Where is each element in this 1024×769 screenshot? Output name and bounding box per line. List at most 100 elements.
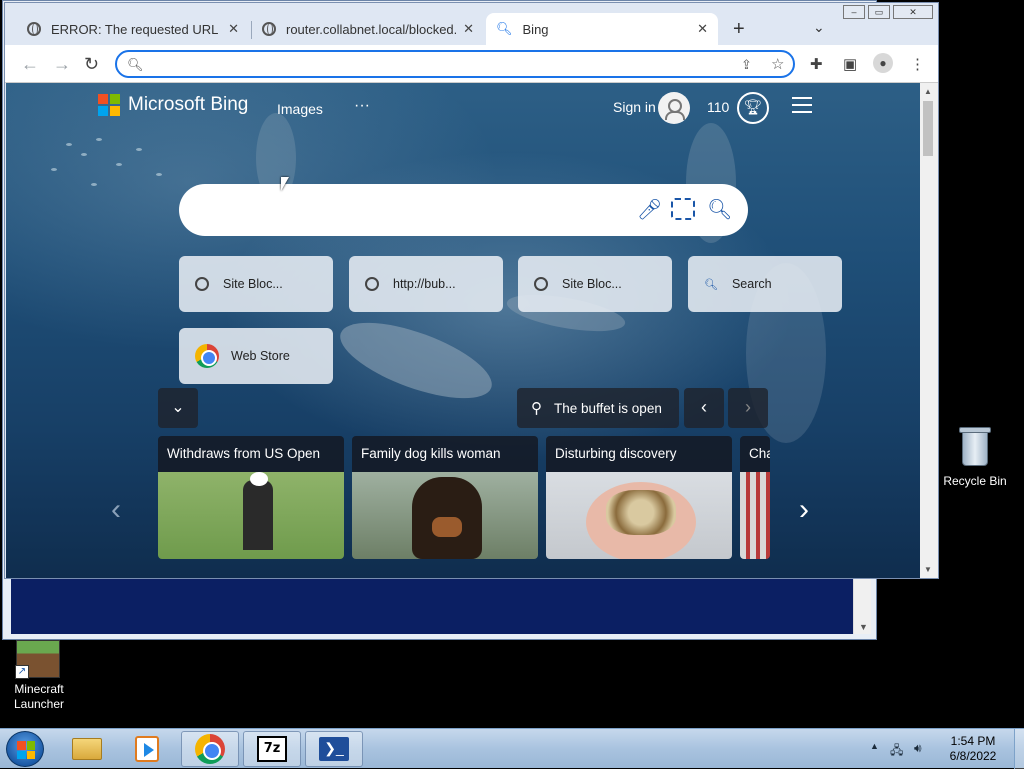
maximize-button[interactable]: ▭ — [868, 5, 890, 19]
globe-icon — [27, 22, 41, 36]
side-panel-icon[interactable]: ▣ — [843, 55, 857, 73]
search-icon: 🔍︎ — [704, 278, 718, 291]
taskbar-chrome[interactable] — [181, 731, 239, 767]
taskbar-explorer[interactable] — [58, 731, 116, 767]
news-image — [740, 472, 770, 559]
taskbar-powershell[interactable]: ❯_ — [305, 731, 363, 767]
reload-icon[interactable]: ↻ — [84, 54, 99, 75]
previous-image-button[interactable]: ‹ — [684, 388, 724, 428]
clock-date: 6/8/2022 — [949, 749, 997, 763]
rewards-points[interactable]: 110 — [707, 99, 729, 115]
next-image-button[interactable]: › — [728, 388, 768, 428]
search-icon: 🔍︎ — [496, 21, 513, 36]
visual-search-icon[interactable] — [671, 198, 695, 220]
tab-title: Bing — [522, 21, 549, 37]
tab-router-blocked[interactable]: router.collabnet.local/blocked.pl ✕ — [252, 13, 484, 45]
tab-error[interactable]: ERROR: The requested URL could ✕ — [17, 13, 249, 45]
tile-label: Search — [731, 277, 772, 291]
caption-text: The buffet is open — [554, 400, 662, 416]
scroll-up-arrow-icon[interactable]: ▲ — [924, 87, 932, 96]
desktop: ▼ ERROR: The requested URL could ✕ route… — [0, 0, 1024, 728]
background-window-scrollbar[interactable]: ▼ — [853, 579, 871, 634]
search-box[interactable]: 🎤︎ 🔍︎ — [179, 184, 748, 236]
news-card[interactable]: Withdraws from US Open — [158, 436, 344, 559]
bing-logo[interactable]: Microsoft Bing — [98, 94, 248, 116]
tab-strip: ERROR: The requested URL could ✕ router.… — [5, 3, 938, 45]
more-icon[interactable]: ··· — [354, 97, 370, 115]
taskbar-media-player[interactable] — [118, 731, 176, 767]
search-icon[interactable]: 🔍︎ — [707, 197, 732, 222]
powershell-icon: ❯_ — [319, 737, 349, 761]
address-bar[interactable]: 🔍︎ ⇪ ☆ — [115, 50, 795, 78]
address-input[interactable] — [149, 55, 709, 73]
share-icon[interactable]: ⇪ — [741, 57, 752, 73]
chrome-window: ERROR: The requested URL could ✕ router.… — [4, 2, 939, 579]
show-desktop-button[interactable] — [1014, 729, 1024, 769]
new-tab-button[interactable]: + — [733, 18, 745, 41]
start-button[interactable] — [6, 731, 44, 767]
7zip-icon: 7z — [257, 736, 287, 762]
recycle-bin-label[interactable]: Recycle Bin — [938, 474, 1012, 488]
shortcut-arrow-icon: ↗ — [15, 665, 29, 679]
sign-in-link[interactable]: Sign in — [613, 99, 656, 115]
page-scrollbar[interactable]: ▲ ▼ — [920, 83, 938, 578]
scrollbar-thumb[interactable] — [923, 101, 933, 156]
hamburger-menu-icon[interactable] — [792, 97, 812, 118]
close-icon[interactable]: ✕ — [463, 21, 474, 37]
tile-label: Web Store — [231, 349, 290, 363]
nav-images[interactable]: Images — [277, 101, 323, 117]
image-caption[interactable]: ⚲ The buffet is open — [517, 388, 679, 428]
close-icon[interactable]: ✕ — [697, 21, 708, 37]
news-image — [158, 472, 344, 559]
news-card[interactable]: Family dog kills woman — [352, 436, 538, 559]
minecraft-launcher-label[interactable]: Minecraft Launcher — [6, 682, 72, 712]
tile-label: Site Bloc... — [562, 277, 622, 291]
news-headline: Withdraws from US Open — [158, 436, 344, 472]
minimize-button[interactable]: ‒ — [843, 5, 865, 19]
carousel-next-icon[interactable]: › — [799, 493, 809, 527]
close-icon[interactable]: ✕ — [228, 21, 239, 37]
carousel-prev-icon[interactable]: ‹ — [111, 493, 121, 527]
extensions-icon[interactable]: ✚ — [810, 55, 823, 73]
menu-kebab-icon[interactable]: ⋮ — [910, 55, 925, 73]
expand-feed-button[interactable]: ⌄ — [158, 388, 198, 428]
taskbar-7zip[interactable]: 7z — [243, 731, 301, 767]
news-image — [546, 472, 732, 559]
microphone-icon[interactable]: 🎤︎ — [637, 197, 662, 222]
tray-expand-icon[interactable]: ▲ — [870, 741, 879, 751]
scroll-down-arrow-icon[interactable]: ▼ — [924, 565, 932, 574]
tile-label: Site Bloc... — [223, 277, 283, 291]
bing-page: Microsoft Bing Images ··· Sign in 110 🏆︎… — [6, 83, 920, 578]
quick-link-tile[interactable]: 🔍︎ Search — [688, 256, 842, 312]
user-avatar-icon[interactable] — [658, 92, 690, 124]
close-window-button[interactable]: ✕ — [893, 5, 933, 19]
tab-bing[interactable]: 🔍︎ Bing ✕ — [486, 13, 718, 45]
news-headline: Family dog kills woman — [352, 436, 538, 472]
chevron-down-icon[interactable]: ⌄ — [813, 19, 825, 36]
microsoft-logo-icon — [98, 94, 120, 116]
background-window-content — [11, 579, 853, 634]
mouse-cursor-icon — [281, 177, 289, 191]
news-headline: Disturbing discovery — [546, 436, 732, 472]
rewards-trophy-icon[interactable]: 🏆︎ — [737, 92, 769, 124]
quick-link-tile[interactable]: Site Bloc... — [179, 256, 333, 312]
tab-title: router.collabnet.local/blocked.pl — [286, 21, 456, 37]
star-icon[interactable]: ☆ — [771, 55, 784, 73]
scroll-down-arrow-icon[interactable]: ▼ — [859, 622, 868, 632]
quick-link-tile[interactable]: Site Bloc... — [518, 256, 672, 312]
minecraft-launcher-icon[interactable]: ↗ — [15, 640, 60, 679]
profile-icon[interactable]: ● — [873, 53, 893, 73]
quick-link-tile[interactable]: Web Store — [179, 328, 333, 384]
news-card[interactable]: Cha — [740, 436, 770, 559]
media-player-icon — [135, 736, 159, 762]
back-arrow-icon[interactable]: ← — [21, 54, 39, 75]
network-icon[interactable]: 🖧︎ — [890, 741, 903, 762]
background-image — [331, 307, 501, 414]
volume-icon[interactable]: 🔊︎ — [914, 741, 922, 756]
quick-link-tile[interactable]: http://bub... — [349, 256, 503, 312]
forward-arrow-icon[interactable]: → — [53, 54, 71, 75]
search-icon: 🔍︎ — [127, 57, 144, 72]
news-card[interactable]: Disturbing discovery — [546, 436, 732, 559]
system-clock[interactable]: 1:54 PM 6/8/2022 — [940, 734, 1006, 764]
recycle-bin-icon[interactable] — [958, 424, 992, 468]
